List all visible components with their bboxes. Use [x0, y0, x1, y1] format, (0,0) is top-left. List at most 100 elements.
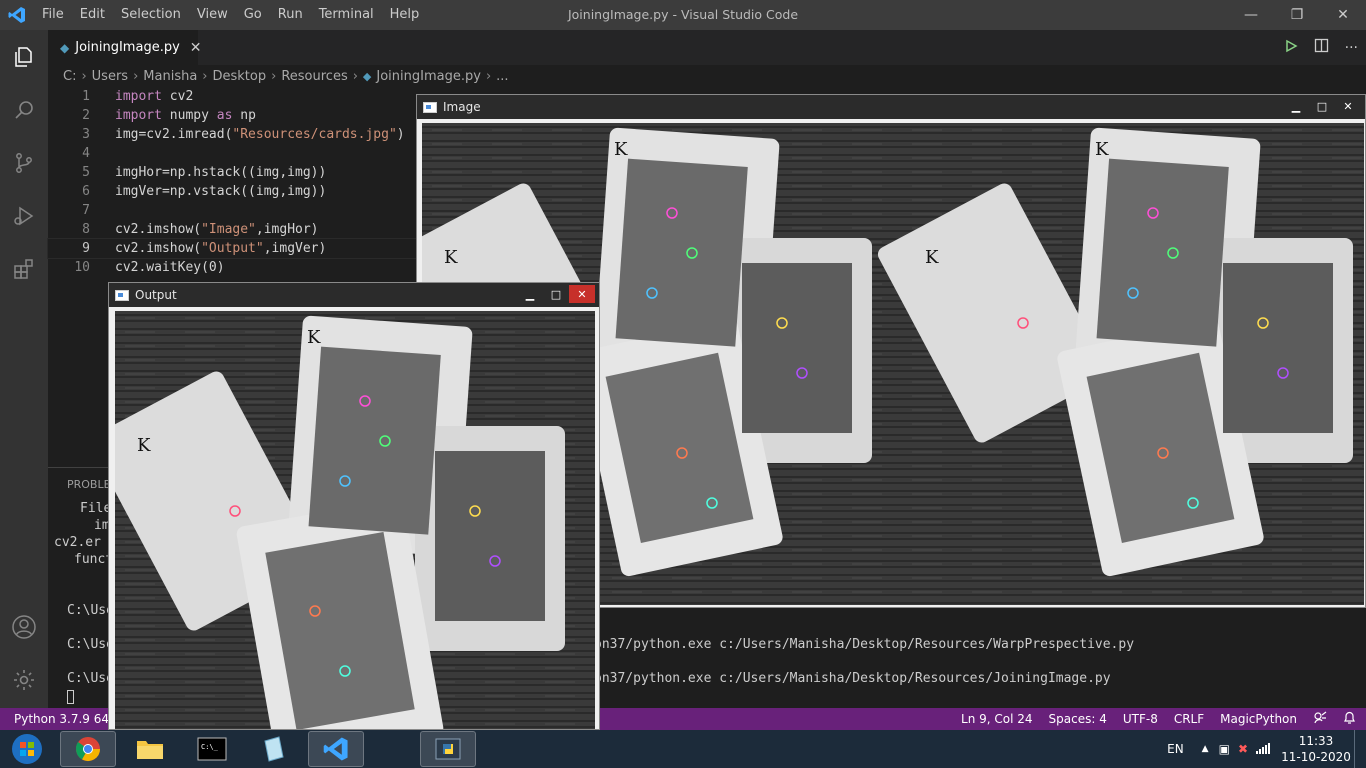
- system-tray: EN ▲ ▣ ✖ 11:33 11-10-2020: [1167, 730, 1366, 768]
- menu-selection[interactable]: Selection: [113, 0, 189, 30]
- code-line: 7: [48, 201, 468, 220]
- language-indicator[interactable]: EN: [1167, 742, 1184, 756]
- python-file-icon: ◆: [362, 69, 372, 83]
- terminal-line: File: [80, 501, 112, 516]
- split-editor-icon[interactable]: [1314, 38, 1329, 57]
- editor-tabs: ◆ JoiningImage.py ✕ ···: [48, 30, 1366, 65]
- start-button[interactable]: [0, 731, 54, 767]
- code-line-current: 9 cv2.imshow("Output",imgVer): [47, 238, 469, 259]
- output-window[interactable]: Output ▁ □ ✕ K K: [108, 282, 600, 730]
- taskbar-vscode[interactable]: [308, 731, 364, 767]
- breadcrumb-symbol[interactable]: ...: [496, 69, 508, 84]
- windows-taskbar: C:\_ EN ▲ ▣ ✖ 11:33 11-10-2020: [0, 730, 1366, 768]
- code-text: cv2.imshow("Image",imgHor): [115, 222, 319, 237]
- output-window-title: Output: [135, 288, 177, 302]
- run-file-icon[interactable]: [1284, 39, 1298, 57]
- svg-text:K: K: [444, 247, 458, 268]
- encoding[interactable]: UTF-8: [1123, 712, 1158, 726]
- close-button[interactable]: ✕: [569, 285, 595, 303]
- python-interpreter[interactable]: Python 3.7.9 64-b: [0, 712, 121, 726]
- search-icon[interactable]: [0, 83, 48, 136]
- menu-view[interactable]: View: [189, 0, 236, 30]
- menu-terminal[interactable]: Terminal: [311, 0, 382, 30]
- chevron-right-icon: ›: [133, 68, 139, 84]
- tab-label: JoiningImage.py: [75, 40, 180, 55]
- restore-button[interactable]: ❐: [1274, 0, 1320, 30]
- settings-gear-icon[interactable]: [0, 653, 48, 706]
- breadcrumb-users[interactable]: Users: [92, 69, 128, 84]
- svg-text:C:\_: C:\_: [201, 743, 219, 751]
- breadcrumb-drive[interactable]: C:: [63, 69, 76, 84]
- extensions-icon[interactable]: [0, 242, 48, 295]
- code-line: 10 cv2.waitKey(0): [48, 258, 468, 277]
- vscode-logo-icon: [0, 0, 34, 30]
- breadcrumb-manisha[interactable]: Manisha: [143, 69, 197, 84]
- run-debug-icon[interactable]: [0, 189, 48, 242]
- taskbar-notepad[interactable]: [246, 731, 302, 767]
- code-text: imgHor=np.hstack((img,img)): [115, 165, 327, 180]
- maximize-button[interactable]: □: [1309, 97, 1335, 115]
- maximize-button[interactable]: □: [543, 285, 569, 303]
- terminal-line: C:\Use: [67, 637, 114, 652]
- more-actions-icon[interactable]: ···: [1345, 40, 1358, 56]
- panel-tab-problems[interactable]: PROBLE: [67, 478, 111, 491]
- output-window-titlebar[interactable]: Output ▁ □ ✕: [109, 283, 599, 307]
- taskbar-cmd[interactable]: C:\_: [184, 731, 240, 767]
- menu-file[interactable]: File: [34, 0, 72, 30]
- taskbar-python[interactable]: [420, 731, 476, 767]
- clock[interactable]: 11:33 11-10-2020: [1278, 733, 1354, 765]
- python-file-icon: ◆: [60, 40, 70, 55]
- breadcrumb-file[interactable]: JoiningImage.py: [376, 69, 481, 84]
- close-button[interactable]: ✕: [1335, 97, 1361, 115]
- code-line: 6 imgVer=np.vstack((img,img)): [48, 182, 468, 201]
- code-line: 2 import numpy as np: [48, 106, 468, 125]
- tab-joiningimage[interactable]: ◆ JoiningImage.py ✕: [48, 30, 202, 65]
- feedback-icon[interactable]: [1313, 711, 1327, 728]
- svg-text:K: K: [1095, 139, 1109, 160]
- line-number: 9: [82, 241, 90, 256]
- breadcrumb-resources[interactable]: Resources: [281, 69, 347, 84]
- code-text: import cv2: [115, 89, 194, 104]
- cursor-position[interactable]: Ln 9, Col 24: [961, 712, 1033, 726]
- taskbar-explorer[interactable]: [122, 731, 178, 767]
- window-icon: [423, 101, 437, 113]
- menu-go[interactable]: Go: [236, 0, 270, 30]
- window-icon: [115, 289, 129, 301]
- taskbar-chrome[interactable]: [60, 731, 116, 767]
- menu-edit[interactable]: Edit: [72, 0, 113, 30]
- python-icon: [435, 738, 461, 760]
- image-window-titlebar[interactable]: Image ▁ □ ✕: [417, 95, 1365, 119]
- image-window-controls: ▁ □ ✕: [1283, 97, 1361, 115]
- line-ending[interactable]: CRLF: [1174, 712, 1204, 726]
- account-icon[interactable]: [0, 600, 48, 653]
- power-icon[interactable]: ✖: [1238, 742, 1248, 756]
- menu-run[interactable]: Run: [270, 0, 311, 30]
- chevron-right-icon: ›: [485, 68, 492, 84]
- vscode-icon: [323, 737, 348, 761]
- device-icon[interactable]: ▣: [1219, 742, 1230, 756]
- minimize-button[interactable]: ▁: [1283, 97, 1309, 115]
- terminal-line: C:\Use: [67, 671, 114, 686]
- indentation[interactable]: Spaces: 4: [1049, 712, 1107, 726]
- breadcrumb-desktop[interactable]: Desktop: [213, 69, 267, 84]
- terminal-command: on37/python.exe c:/Users/Manisha/Desktop…: [594, 637, 1135, 652]
- svg-text:K: K: [614, 139, 628, 160]
- close-button[interactable]: ✕: [1320, 0, 1366, 30]
- line-number: 3: [82, 127, 90, 142]
- language-mode[interactable]: MagicPython: [1220, 712, 1297, 726]
- show-hidden-icons-icon[interactable]: ▲: [1202, 744, 1209, 754]
- minimize-button[interactable]: —: [1228, 0, 1274, 30]
- notifications-bell-icon[interactable]: [1343, 711, 1356, 728]
- line-number: 8: [82, 222, 90, 237]
- terminal-command: on37/python.exe c:/Users/Manisha/Desktop…: [594, 671, 1111, 686]
- tab-close-icon[interactable]: ✕: [190, 40, 202, 56]
- explorer-icon[interactable]: [0, 30, 48, 83]
- minimize-button[interactable]: ▁: [517, 285, 543, 303]
- folder-icon: [137, 741, 163, 759]
- line-number: 4: [82, 146, 90, 161]
- network-signal-icon[interactable]: [1256, 742, 1270, 757]
- source-control-icon[interactable]: [0, 136, 48, 189]
- menu-help[interactable]: Help: [382, 0, 428, 30]
- output-canvas: K K: [115, 311, 595, 729]
- show-desktop-button[interactable]: [1354, 730, 1366, 768]
